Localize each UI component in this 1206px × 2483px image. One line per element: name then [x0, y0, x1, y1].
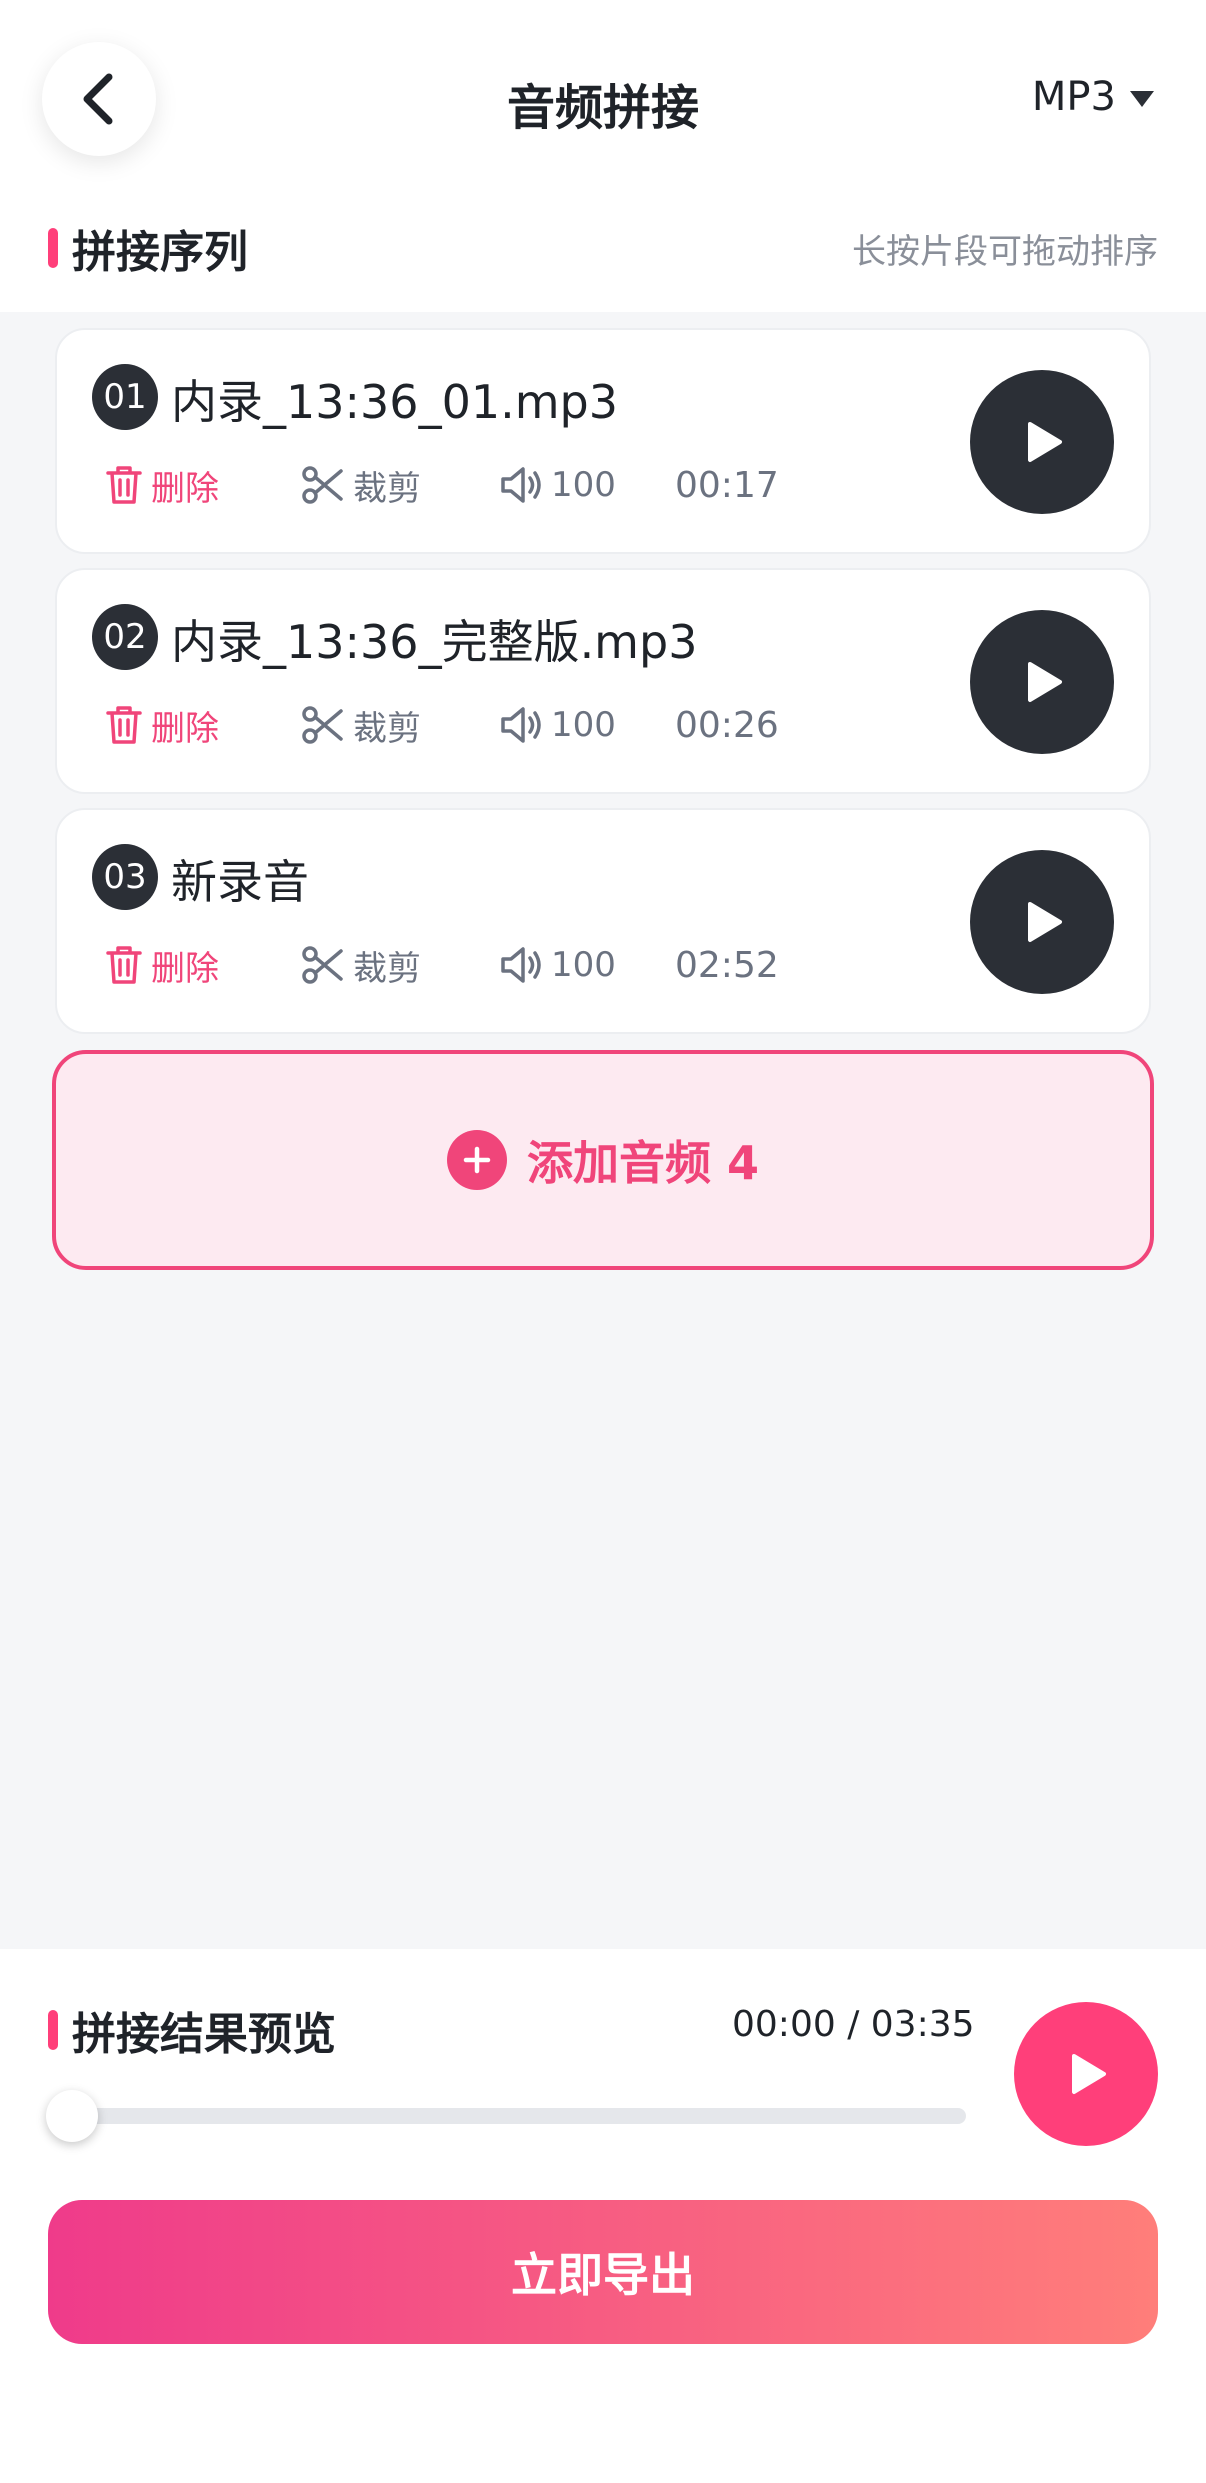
play-icon — [1028, 662, 1062, 702]
section-accent-bar — [48, 228, 58, 268]
delete-label: 删除 — [151, 708, 219, 749]
total-time: 03:35 — [870, 2004, 975, 2045]
trim-button[interactable]: 裁剪 — [301, 461, 499, 510]
trash-icon — [106, 706, 142, 744]
delete-label: 删除 — [151, 948, 219, 989]
speaker-icon — [501, 707, 541, 743]
preview-play-button[interactable] — [1014, 2002, 1158, 2146]
clip-play-button[interactable] — [970, 850, 1114, 994]
clip-duration: 00:26 — [675, 704, 779, 746]
preview-progress-track[interactable] — [70, 2108, 966, 2124]
clip-tools: 删除 裁剪 100 00:26 — [105, 700, 779, 750]
export-button[interactable]: 立即导出 — [48, 2200, 1158, 2344]
volume-value: 100 — [551, 465, 616, 505]
volume-value: 100 — [551, 945, 616, 985]
delete-button[interactable]: 删除 — [105, 941, 301, 990]
sequence-section-header: 拼接序列 长按片段可拖动排序 — [48, 220, 1158, 278]
delete-label: 删除 — [151, 468, 219, 509]
clip-index-badge: 02 — [92, 604, 158, 670]
speaker-icon — [501, 467, 541, 503]
trim-button[interactable]: 裁剪 — [301, 941, 499, 990]
clip-tools: 删除 裁剪 100 02:52 — [105, 940, 779, 990]
sequence-hint: 长按片段可拖动排序 — [852, 231, 1158, 272]
speaker-icon — [501, 947, 541, 983]
time-separator: / — [835, 2004, 871, 2045]
page-title: 音频拼接 — [506, 80, 699, 136]
format-selector[interactable]: MP3 — [1032, 74, 1154, 120]
audio-clip-card[interactable]: 03 新录音 删除 裁剪 100 02:52 — [55, 808, 1151, 1034]
current-time: 00:00 — [732, 2004, 836, 2045]
format-value: MP3 — [1031, 74, 1116, 120]
sequence-title: 拼接序列 — [72, 227, 248, 278]
clip-name: 内录_13:36_完整版.mp3 — [171, 615, 698, 669]
plus-icon — [446, 1130, 507, 1190]
scissors-icon — [302, 466, 343, 504]
trim-label: 裁剪 — [353, 468, 421, 509]
audio-clip-card[interactable]: 02 内录_13:36_完整版.mp3 删除 裁剪 100 00:26 — [55, 568, 1151, 794]
section-accent-bar — [48, 2010, 58, 2050]
scissors-icon — [302, 946, 343, 984]
clip-duration: 02:52 — [675, 944, 779, 986]
header: 音频拼接 MP3 — [0, 0, 1206, 200]
clip-name: 内录_13:36_01.mp3 — [171, 375, 618, 429]
volume-control[interactable]: 100 — [499, 945, 675, 985]
preview-section-header: 拼接结果预览 — [48, 1998, 336, 2062]
add-audio-button[interactable]: 添加音频 4 — [52, 1050, 1154, 1270]
volume-value: 100 — [551, 705, 616, 745]
audio-clip-card[interactable]: 01 内录_13:36_01.mp3 删除 裁剪 100 00:17 — [55, 328, 1151, 554]
delete-button[interactable]: 删除 — [105, 701, 301, 750]
play-icon — [1072, 2054, 1106, 2094]
clip-index-badge: 01 — [92, 364, 158, 430]
delete-button[interactable]: 删除 — [105, 461, 301, 510]
volume-control[interactable]: 100 — [499, 465, 675, 505]
clip-name: 新录音 — [171, 855, 309, 909]
clip-index-badge: 03 — [92, 844, 158, 910]
volume-control[interactable]: 100 — [499, 705, 675, 745]
preview-time: 00:00 / 03:35 — [732, 2004, 975, 2045]
preview-progress-thumb[interactable] — [46, 2090, 98, 2142]
trim-label: 裁剪 — [353, 708, 421, 749]
clip-play-button[interactable] — [970, 610, 1114, 754]
clip-tools: 删除 裁剪 100 00:17 — [105, 460, 779, 510]
preview-title: 拼接结果预览 — [72, 2009, 336, 2060]
play-icon — [1028, 422, 1062, 462]
trim-label: 裁剪 — [353, 948, 421, 989]
trash-icon — [106, 466, 142, 504]
clip-play-button[interactable] — [970, 370, 1114, 514]
add-audio-label: 添加音频 4 — [526, 1136, 760, 1190]
clip-duration: 00:17 — [675, 464, 779, 506]
trim-button[interactable]: 裁剪 — [301, 701, 499, 750]
play-icon — [1028, 902, 1062, 942]
trash-icon — [106, 946, 142, 984]
caret-down-icon — [1130, 91, 1154, 107]
scissors-icon — [302, 706, 343, 744]
